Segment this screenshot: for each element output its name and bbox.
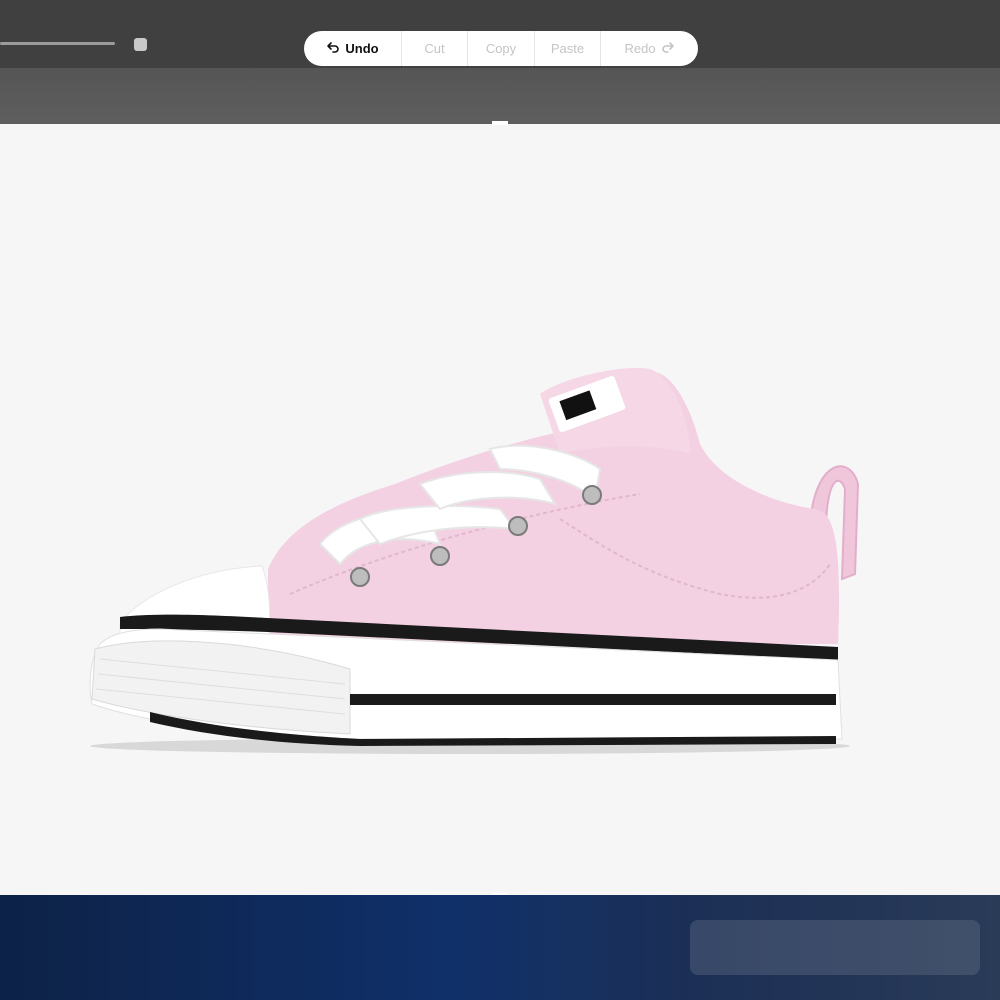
- redo-label: Redo: [624, 41, 656, 56]
- undo-arrow-icon: [326, 40, 340, 57]
- crop-handle-top[interactable]: [492, 121, 508, 125]
- paste-label: Paste: [550, 41, 585, 56]
- undo-label: Undo: [345, 41, 379, 56]
- bottom-panel: [0, 895, 1000, 1000]
- shoe-image: [89, 368, 860, 754]
- copy-label: Copy: [485, 41, 517, 56]
- cut-label: Cut: [424, 41, 445, 56]
- redo-arrow-icon: [661, 40, 675, 57]
- redo-button[interactable]: Redo: [601, 31, 698, 66]
- cut-button[interactable]: Cut: [402, 31, 468, 66]
- zoom-slider-handle[interactable]: [134, 38, 147, 51]
- top-toolbar: Undo Cut Copy Paste Redo: [0, 0, 1000, 68]
- edit-context-menu: Undo Cut Copy Paste Redo: [304, 31, 698, 66]
- zoom-slider-track[interactable]: [0, 42, 115, 45]
- copy-button[interactable]: Copy: [468, 31, 535, 66]
- toolbar-shadow-strip: [0, 68, 1000, 124]
- image-canvas[interactable]: [0, 124, 1000, 895]
- paste-button[interactable]: Paste: [535, 31, 601, 66]
- undo-button[interactable]: Undo: [304, 31, 402, 66]
- bottom-blurred-content: [690, 920, 980, 975]
- bottom-sole-stripe: [350, 694, 836, 705]
